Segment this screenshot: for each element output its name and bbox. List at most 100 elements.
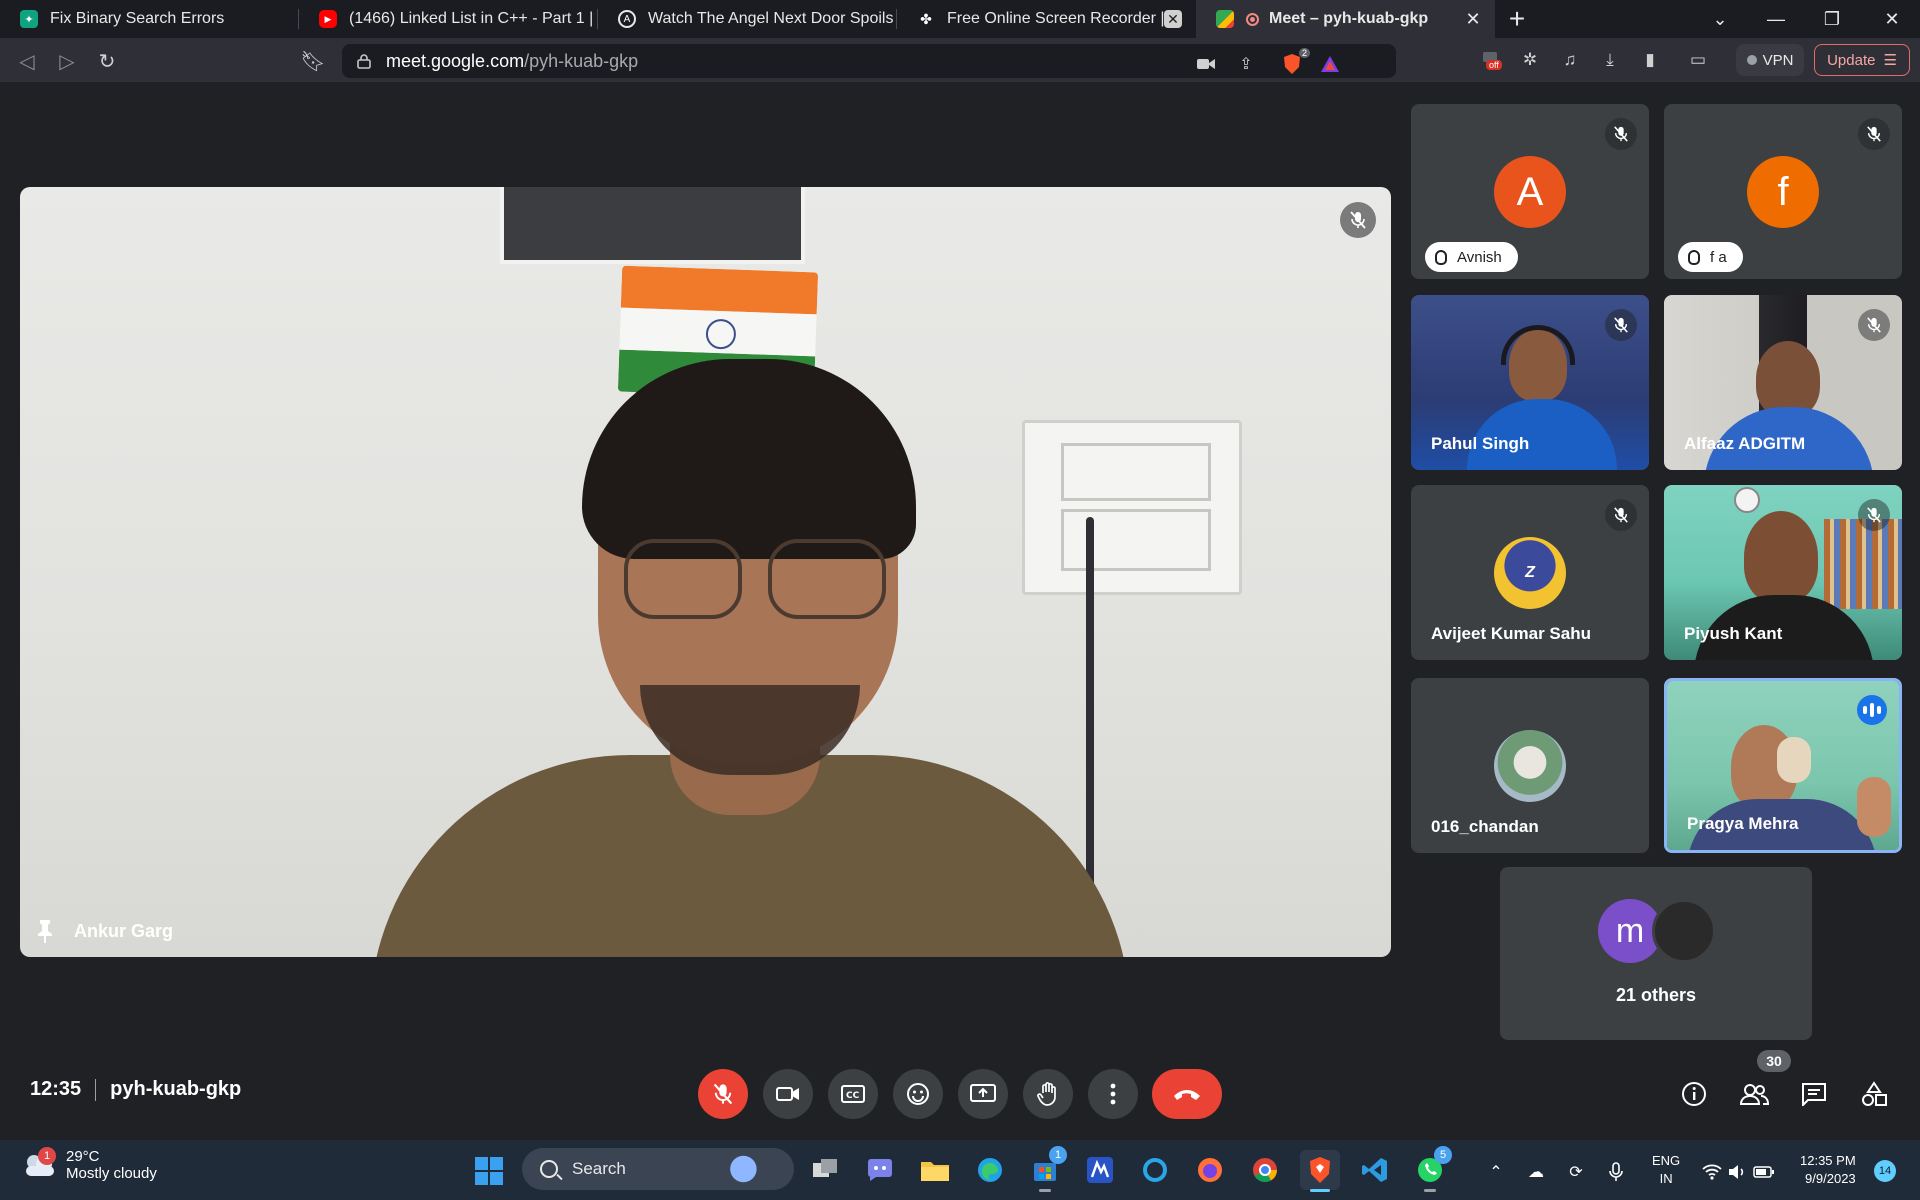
edge-browser-icon[interactable] [970,1150,1010,1190]
raise-hand-button[interactable] [1023,1069,1073,1119]
brave-shields-icon[interactable]: 2 [1280,48,1310,76]
mic-toggle-button[interactable] [698,1069,748,1119]
clock-date: 9/9/2023 [1805,1171,1856,1186]
update-button[interactable]: Update ☰ [1814,44,1910,76]
people-button[interactable] [1734,1074,1774,1114]
minimize-button[interactable]: — [1748,0,1804,38]
forward-button[interactable]: ▷ [54,48,80,74]
meeting-code: pyh-kuab-gkp [110,1078,242,1100]
participant-name: Pahul Singh [1431,434,1530,453]
participant-tile-alfaaz-adgitm[interactable]: Alfaaz ADGITM [1664,295,1902,470]
reactions-button[interactable] [893,1069,943,1119]
chat-app-icon[interactable] [860,1150,900,1190]
photo-avatar [1494,730,1566,802]
address-bar[interactable]: meet.google.com/pyh-kuab-gkp ⇪ 2 [342,44,1396,78]
app-icon-m[interactable] [1080,1150,1120,1190]
participant-headphones [1777,737,1811,783]
maximize-button[interactable]: ❐ [1804,0,1860,38]
more-options-button[interactable] [1088,1069,1138,1119]
muted-icon [1858,118,1890,150]
tab-search-chevron-icon[interactable]: ⌄ [1692,0,1748,38]
file-explorer-icon[interactable] [915,1150,955,1190]
sidebar-icon[interactable]: ▮ [1638,48,1662,72]
raised-hand-chip: Avnish [1425,242,1518,272]
cloud-sync-icon[interactable]: ☁ [1524,1160,1548,1184]
wall-poster [500,187,805,264]
cortana-icon[interactable] [1135,1150,1175,1190]
tab-google-meet[interactable]: Meet – pyh-kuab-gkp ✕ [1196,0,1495,38]
participant-tile-piyush-kant[interactable]: Piyush Kant [1664,485,1902,660]
show-hidden-icons-chevron[interactable]: ⌃ [1484,1160,1508,1184]
others-tile[interactable]: m 21 others [1500,867,1812,1040]
tab-chatgpt[interactable]: ✦ Fix Binary Search Errors [0,0,299,38]
participant-tile-pragya-mehra[interactable]: Pragya Mehra [1664,678,1902,853]
battery-icon[interactable] [1752,1160,1776,1184]
raised-hand-chip: f a [1678,242,1743,272]
main-speaker-video[interactable] [20,187,1391,957]
captions-button[interactable]: CC [828,1069,878,1119]
taskbar-clock[interactable]: 12:35 PM 9/9/2023 [1800,1152,1856,1188]
bookmark-icon[interactable]: 🔖︎ [300,48,326,74]
participant-tile-f-a[interactable]: f f a [1664,104,1902,279]
share-icon[interactable]: ⇪ [1234,52,1258,76]
back-button[interactable]: ◁ [14,48,40,74]
vpn-button[interactable]: VPN [1736,44,1804,76]
extensions-puzzle-icon[interactable]: ✲ [1518,48,1542,72]
youtube-icon: ▶ [319,10,337,28]
task-view-icon[interactable] [805,1150,845,1190]
participant-figure [1756,341,1820,417]
download-icon[interactable]: ⤓ [1598,48,1622,72]
close-tab-icon[interactable]: ✕ [1164,10,1182,28]
whatsapp-icon[interactable]: 5 [1410,1146,1452,1192]
new-tab-button[interactable]: + [1495,0,1539,38]
pin-icon[interactable] [34,918,56,944]
language-top: ENG [1652,1153,1681,1168]
tab-title: Meet – pyh-kuab-gkp [1269,10,1429,27]
close-tab-icon[interactable]: ✕ [1461,7,1485,31]
tab-youtube[interactable]: ▶ (1466) Linked List in C++ - Part 1 | L… [299,0,598,38]
volume-icon[interactable] [1726,1160,1750,1184]
windows-start-icon[interactable] [475,1157,503,1185]
recording-indicator-icon [1246,12,1259,26]
speaking-indicator-icon [1857,695,1887,725]
anime-site-icon: A [618,10,636,28]
tab-anime[interactable]: A Watch The Angel Next Door Spoils Me [598,0,897,38]
brave-rewards-icon[interactable] [1318,52,1342,76]
close-window-button[interactable]: ✕ [1864,0,1920,38]
reload-button[interactable]: ↻ [94,48,120,74]
camera-in-use-icon[interactable] [1194,52,1218,76]
chat-button[interactable] [1794,1074,1834,1114]
taskbar-search[interactable]: Search [522,1148,794,1190]
vscode-icon[interactable] [1355,1150,1395,1190]
participant-tile-016-chandan[interactable]: 016_chandan [1411,678,1649,853]
tab-screen-recorder[interactable]: ✤ Free Online Screen Recorder | Onli ✕ [897,0,1196,38]
participant-tile-avijeet-kumar-sahu[interactable]: Z Avijeet Kumar Sahu [1411,485,1649,660]
brave-browser-icon[interactable] [1300,1150,1340,1192]
language-indicator[interactable]: ENG IN [1652,1152,1680,1188]
screen-recorder-extension-icon[interactable]: off [1480,48,1504,72]
participant-tile-pahul-singh[interactable]: Pahul Singh [1411,295,1649,470]
activities-button[interactable] [1854,1074,1894,1114]
wallet-icon[interactable]: ▭ [1686,48,1710,72]
windows-taskbar: 29°C Mostly cloudy 1 Search 1 5 ⌃ ☁ ⟳ EN… [0,1140,1920,1200]
sync-icon[interactable]: ⟳ [1564,1160,1588,1184]
end-call-button[interactable] [1152,1069,1222,1119]
notification-count-badge[interactable]: 14 [1874,1160,1896,1182]
media-control-icon[interactable]: ♫ [1558,48,1582,72]
participant-tile-avnish[interactable]: A Avnish [1411,104,1649,279]
main-speaker-muted-icon [1340,202,1376,238]
participant-hand [1857,777,1891,837]
clock-time: 12:35 PM [1800,1153,1856,1168]
muted-icon [1858,499,1890,531]
wifi-icon[interactable] [1700,1160,1724,1184]
wall-clock [1734,487,1760,513]
microsoft-store-icon[interactable]: 1 [1025,1146,1067,1192]
present-screen-button[interactable] [958,1069,1008,1119]
microphone-icon[interactable] [1604,1160,1628,1184]
chrome-icon[interactable] [1245,1150,1285,1190]
camera-toggle-button[interactable] [763,1069,813,1119]
main-speaker-name: Ankur Garg [74,920,174,941]
firefox-icon[interactable] [1190,1150,1230,1190]
meeting-info-button[interactable] [1674,1074,1714,1114]
chatgpt-icon: ✦ [20,10,38,28]
